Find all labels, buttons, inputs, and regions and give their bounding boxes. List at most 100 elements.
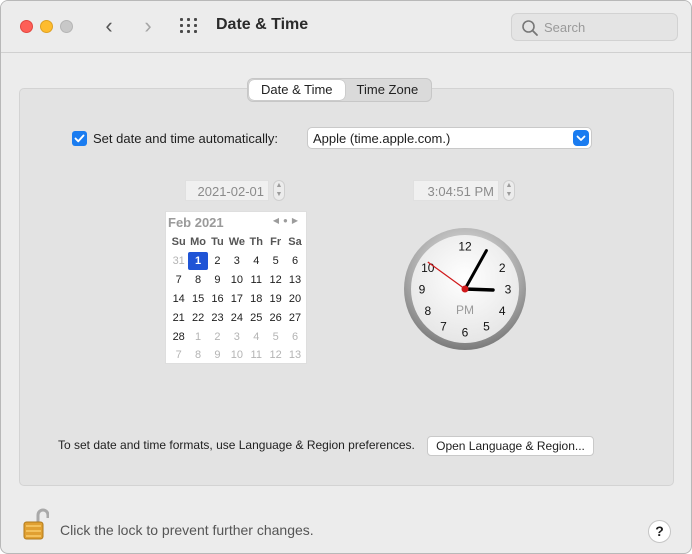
search-placeholder: Search [544,20,586,35]
calendar-day: 3 [233,331,240,343]
help-button[interactable]: ? [648,520,671,543]
calendar-day: 24 [230,312,243,324]
zoom-window-button[interactable] [60,20,73,33]
calendar-day: 1 [195,331,202,343]
minimize-window-button[interactable] [40,20,53,33]
calendar-day: 16 [211,293,224,305]
calendar-day: 6 [291,255,299,267]
calendar-day: 18 [250,293,263,305]
clock-number: 5 [483,320,490,334]
open-language-region-button[interactable]: Open Language & Region... [427,436,594,456]
calendar-nav-icons: ◀●▶ [272,216,302,225]
clock-number: 8 [424,304,431,318]
calendar-day: 25 [250,312,263,324]
preferences-window: ‹ › Date & Time Search Date & Time Time … [0,0,692,554]
calendar-day: 23 [211,312,224,324]
clock-number: 6 [462,326,469,340]
clock-center-pin [461,285,469,293]
calendar-day: 9 [214,274,221,286]
weekday-label: Fr [270,236,282,248]
calendar-day: 19 [269,293,282,305]
calendar-week-row: 31 1 2 3 4 5 6 [169,252,305,270]
calendar-day: 4 [253,255,260,267]
calendar-day: 14 [172,293,185,305]
tab-bar: Date & Time Time Zone [247,78,433,102]
calendar-day: 5 [272,331,279,343]
calendar-day: 11 [250,349,262,361]
clock-number: 10 [421,261,435,275]
clock-hour-hand [463,287,495,292]
forward-arrow-icon[interactable]: › [138,13,158,39]
calendar-day: 8 [195,349,202,361]
calendar-day: 9 [214,349,221,361]
calendar-day: 5 [272,255,279,267]
search-field[interactable]: Search [511,13,678,41]
calendar-day: 2 [214,255,221,267]
clock-number: 2 [499,261,506,275]
calendar-day: 26 [269,312,282,324]
window-title: Date & Time [216,16,309,33]
clock-number: 3 [505,283,512,297]
calendar-day: 21 [172,312,185,324]
calendar-week-row: 28 1 2 3 4 5 6 [169,328,305,346]
calendar-day: 4 [253,331,260,343]
calendar-day: 3 [233,255,240,267]
calendar-week-row: 21 22 23 24 25 26 27 [169,309,305,327]
clock-number: 4 [499,304,506,318]
weekday-label: Tu [211,236,224,248]
time-server-select[interactable]: Apple (time.apple.com.) [307,127,592,149]
checkmark-icon [74,134,85,143]
time-stepper: ▲ ▼ [503,180,515,201]
tab-time-zone[interactable]: Time Zone [345,80,431,100]
calendar-day: 20 [288,293,302,305]
calendar-day: 28 [172,331,185,343]
month-calendar: Feb 2021 ◀●▶ Su Mo Tu We Th Fr Sa 31 1 2… [165,211,307,364]
close-window-button[interactable] [20,20,33,33]
back-arrow-icon[interactable]: ‹ [99,13,119,39]
calendar-day: 13 [288,349,302,361]
tab-date-time[interactable]: Date & Time [249,80,345,100]
calendar-day: 6 [291,331,299,343]
calendar-day: 12 [269,274,282,286]
calendar-day: 22 [191,312,205,324]
calendar-day: 2 [214,331,221,343]
calendar-week-row: 7 8 9 10 11 12 13 [169,271,305,289]
unlocked-lock-icon[interactable] [23,508,49,540]
calendar-day-selected: 1 [188,252,208,270]
clock-number: 9 [419,283,426,297]
weekday-label: Th [249,236,263,248]
weekday-label: Su [171,236,186,248]
calendar-day: 13 [288,274,302,286]
time-field: 3:04:51 PM [413,180,499,201]
chevron-down-icon [573,130,589,146]
date-field: 2021-02-01 [185,180,269,201]
title-bar: ‹ › Date & Time Search [1,1,691,53]
weekday-label: Mo [190,236,207,248]
show-all-grid-icon[interactable] [180,18,200,34]
time-server-value: Apple (time.apple.com.) [313,131,451,146]
calendar-day: 31 [172,255,185,267]
calendar-week-row: 7 8 9 10 11 12 13 [169,346,305,364]
clock-number: 7 [440,320,447,334]
weekday-label: Sa [288,236,302,248]
auto-time-label: Set date and time automatically: [93,131,278,146]
search-icon [522,20,538,36]
date-stepper: ▲ ▼ [273,180,285,201]
calendar-day: 10 [230,349,243,361]
calendar-day: 7 [175,274,182,286]
weekday-label: We [228,236,246,248]
calendar-day: 11 [250,274,262,286]
auto-time-checkbox[interactable] [72,131,87,146]
calendar-day: 8 [195,274,202,286]
clock-period: PM [456,303,474,317]
lock-hint-text: Click the lock to prevent further change… [60,522,314,538]
calendar-day: 17 [230,293,243,305]
calendar-day: 7 [175,349,182,361]
calendar-day: 15 [191,293,205,305]
calendar-weekday-header: Su Mo Tu We Th Fr Sa [169,236,305,248]
analog-clock: 12 2 3 456 78 9 10 PM [404,228,526,350]
calendar-month-label: Feb 2021 [168,215,224,230]
format-hint-text: To set date and time formats, use Langua… [58,438,415,452]
calendar-week-row: 14 15 16 17 18 19 20 [169,290,305,308]
calendar-day: 12 [269,349,282,361]
